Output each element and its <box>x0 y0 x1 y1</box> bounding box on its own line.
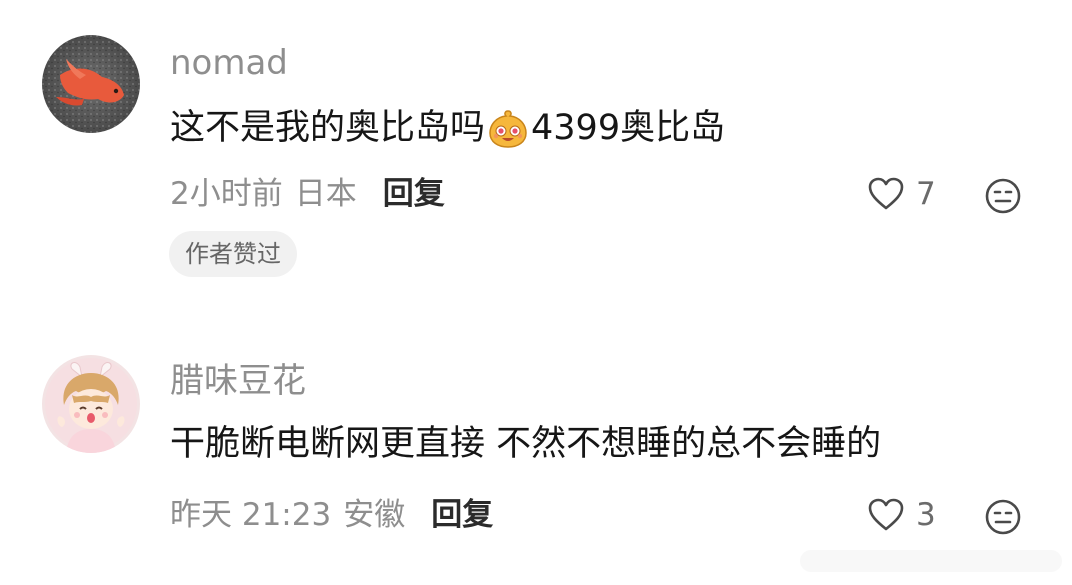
author-liked-badge: 作者赞过 <box>169 231 297 277</box>
reply-button[interactable]: 回复 <box>431 500 493 531</box>
comment-text-part: 这不是我的奥比岛吗 <box>170 107 486 148</box>
username[interactable]: 腊味豆花 <box>170 364 306 398</box>
reply-button[interactable]: 回复 <box>383 179 445 210</box>
comment-text: 这不是我的奥比岛吗 4399奥比岛 <box>170 107 725 149</box>
comment-location: 安徽 <box>343 497 406 533</box>
comment-location: 日本 <box>294 176 357 212</box>
heart-outline-icon <box>866 174 906 214</box>
scroll-indicator[interactable] <box>800 550 1062 572</box>
avatar[interactable] <box>42 355 140 453</box>
comment-meta: 昨天 21:23 安徽 回复 <box>170 500 505 531</box>
yellow-cute-face-emoji-icon <box>487 107 529 149</box>
like-count: 7 <box>916 175 936 212</box>
comment-time: 昨天 21:23 <box>170 497 332 533</box>
neutral-face-icon <box>985 499 1021 535</box>
heart-outline-icon <box>866 495 906 535</box>
username[interactable]: nomad <box>170 46 288 80</box>
react-button[interactable] <box>984 177 1022 215</box>
comment-text-part: 4399奥比岛 <box>531 107 726 148</box>
comment-item: 腊味豆花 干脆断电断网更直接 不然不想睡的总不会睡的 昨天 21:23 安徽 回… <box>0 320 1072 570</box>
comment-text: 干脆断电断网更直接 不然不想睡的总不会睡的 <box>170 424 882 464</box>
react-button[interactable] <box>984 498 1022 536</box>
neutral-face-icon <box>985 178 1021 214</box>
comment-time: 2小时前 <box>170 176 283 212</box>
like-button[interactable]: 7 <box>866 174 936 214</box>
like-count: 3 <box>916 496 936 533</box>
comment-meta: 2小时前 日本 回复 <box>170 179 457 210</box>
avatar[interactable] <box>42 35 140 133</box>
comment-item: nomad 这不是我的奥比岛吗 4399奥比岛 2小时前 日本 回复 7 作者赞… <box>0 0 1072 300</box>
like-button[interactable]: 3 <box>866 495 936 535</box>
